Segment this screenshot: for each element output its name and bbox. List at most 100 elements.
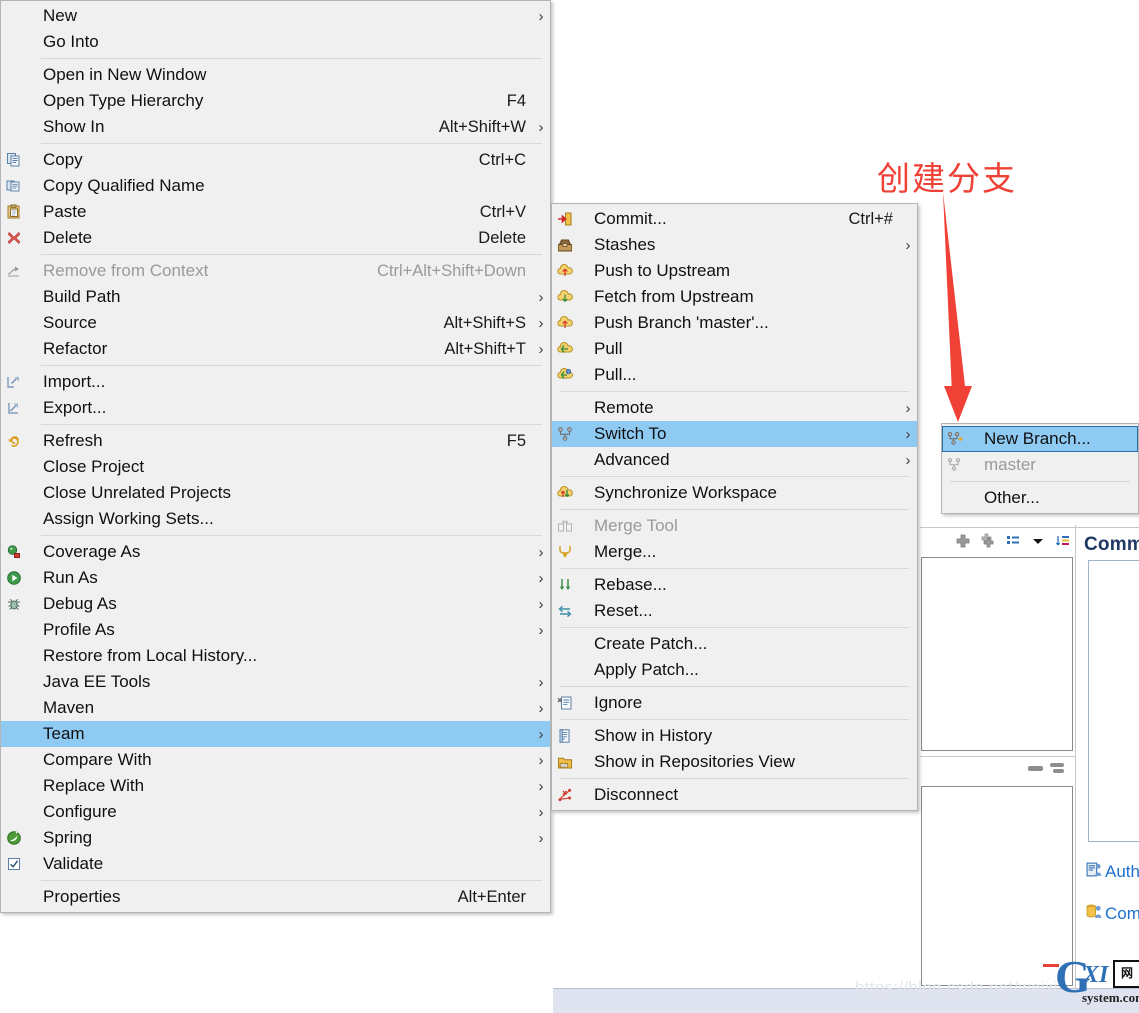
menu-item-other[interactable]: Other... <box>942 485 1138 511</box>
menu-item-fetch-from-upstream[interactable]: Fetch from Upstream <box>552 284 917 310</box>
menu-item-apply-patch[interactable]: Apply Patch... <box>552 657 917 683</box>
menu-item-show-in-history[interactable]: Show in History <box>552 723 917 749</box>
menu-item-label: Copy Qualified Name <box>43 176 205 195</box>
menu-item-run-as[interactable]: Run As › <box>1 565 550 591</box>
staging-view-toolbar[interactable] <box>955 533 1071 549</box>
add-icon[interactable] <box>955 533 971 549</box>
panel-splitter-vertical[interactable] <box>1075 525 1076 1013</box>
annotation-arrow-icon <box>943 192 972 422</box>
chevron-right-icon: › <box>538 118 544 136</box>
menu-item-pull[interactable]: Pull <box>552 336 917 362</box>
menu-item-source[interactable]: Source Alt+Shift+S › <box>1 310 550 336</box>
menu-item-open-in-new-window[interactable]: Open in New Window <box>1 62 550 88</box>
menu-item-stashes[interactable]: Stashes › <box>552 232 917 258</box>
chevron-right-icon: › <box>538 7 544 25</box>
menu-item-switch-to[interactable]: Switch To › <box>552 421 917 447</box>
commit-message-input[interactable] <box>1088 560 1139 842</box>
menu-item-advanced[interactable]: Advanced › <box>552 447 917 473</box>
menu-item-spring[interactable]: Spring › <box>1 825 550 851</box>
menu-item-label: Open in New Window <box>43 65 207 84</box>
stash-icon <box>554 237 576 253</box>
menu-item-validate[interactable]: Validate <box>1 851 550 877</box>
collapse-all-icon[interactable] <box>1028 766 1043 771</box>
menu-item-debug-as[interactable]: Debug As › <box>1 591 550 617</box>
menu-item-assign-working-sets[interactable]: Assign Working Sets... <box>1 506 550 532</box>
menu-item-export[interactable]: Export... <box>1 395 550 421</box>
push-branch-icon <box>554 315 576 331</box>
menu-item-show-in[interactable]: Show In Alt+Shift+W › <box>1 114 550 140</box>
menu-item-profile-as[interactable]: Profile As › <box>1 617 550 643</box>
chevron-right-icon: › <box>538 621 544 639</box>
menu-item-close-unrelated-projects[interactable]: Close Unrelated Projects <box>1 480 550 506</box>
list-view-icon[interactable] <box>1005 533 1021 549</box>
menu-item-import[interactable]: Import... <box>1 369 550 395</box>
pull-icon <box>554 341 576 357</box>
menu-item-ignore[interactable]: Ignore <box>552 690 917 716</box>
menu-item-compare-with[interactable]: Compare With › <box>1 747 550 773</box>
menu-item-create-patch[interactable]: Create Patch... <box>552 631 917 657</box>
menu-item-label: Replace With <box>43 776 145 795</box>
menu-item-refresh[interactable]: Refresh F5 <box>1 428 550 454</box>
menu-item-team[interactable]: Team › <box>1 721 550 747</box>
menu-item-rebase[interactable]: Rebase... <box>552 572 917 598</box>
menu-item-build-path[interactable]: Build Path › <box>1 284 550 310</box>
menu-item-commit[interactable]: Commit... Ctrl+# <box>552 206 917 232</box>
menu-item-copy-qualified-name[interactable]: Copy Qualified Name <box>1 173 550 199</box>
menu-item-configure[interactable]: Configure › <box>1 799 550 825</box>
menu-separator <box>560 509 909 510</box>
menu-item-maven[interactable]: Maven › <box>1 695 550 721</box>
menu-item-push-to-upstream[interactable]: Push to Upstream <box>552 258 917 284</box>
menu-item-shortcut: Ctrl+# <box>848 209 893 228</box>
menu-item-delete[interactable]: Delete Delete <box>1 225 550 251</box>
menu-item-properties[interactable]: Properties Alt+Enter <box>1 884 550 910</box>
menu-item-label: Close Project <box>43 457 145 476</box>
menu-item-replace-with[interactable]: Replace With › <box>1 773 550 799</box>
copy-icon <box>3 152 25 168</box>
menu-item-new[interactable]: New › <box>1 3 550 29</box>
unstaged-changes-list[interactable] <box>921 557 1073 751</box>
rebase-icon <box>554 577 576 593</box>
menu-item-new-branch[interactable]: New Branch... <box>942 426 1138 452</box>
chevron-right-icon: › <box>538 543 544 561</box>
project-context-menu[interactable]: New › Go Into Open in New Window Open Type H… <box>0 0 551 913</box>
menu-item-close-project[interactable]: Close Project <box>1 454 550 480</box>
menu-item-pull[interactable]: ? Pull... <box>552 362 917 388</box>
menu-separator <box>950 481 1130 482</box>
menu-item-label: Switch To <box>594 424 667 443</box>
menu-item-java-ee-tools[interactable]: Java EE Tools › <box>1 669 550 695</box>
menu-item-synchronize-workspace[interactable]: Synchronize Workspace <box>552 480 917 506</box>
menu-item-coverage-as[interactable]: Coverage As › <box>1 539 550 565</box>
author-label: Auth <box>1105 862 1139 881</box>
menu-item-copy[interactable]: Copy Ctrl+C <box>1 147 550 173</box>
synchronize-icon <box>554 485 576 501</box>
sort-icon[interactable] <box>1055 533 1071 549</box>
menu-separator <box>41 143 542 144</box>
menu-item-reset[interactable]: Reset... <box>552 598 917 624</box>
menu-item-paste[interactable]: Paste Ctrl+V <box>1 199 550 225</box>
menu-item-push-branch-master[interactable]: Push Branch 'master'... <box>552 310 917 336</box>
menu-item-show-in-repositories-view[interactable]: GIT Show in Repositories View <box>552 749 917 775</box>
chevron-down-icon[interactable] <box>1030 533 1046 549</box>
menu-item-merge[interactable]: Merge... <box>552 539 917 565</box>
menu-item-shortcut: Alt+Shift+S <box>443 313 526 332</box>
switch-to-submenu[interactable]: New Branch... master Other... <box>941 423 1139 514</box>
staged-changes-list[interactable] <box>921 786 1073 986</box>
menu-item-remote[interactable]: Remote › <box>552 395 917 421</box>
menu-item-refactor[interactable]: Refactor Alt+Shift+T › <box>1 336 550 362</box>
menu-item-label: New Branch... <box>984 429 1091 448</box>
menu-item-label: Refactor <box>43 339 108 358</box>
expand-all-icon-top[interactable] <box>1050 763 1064 767</box>
menu-item-disconnect[interactable]: Disconnect <box>552 782 917 808</box>
menu-item-open-type-hierarchy[interactable]: Open Type Hierarchy F4 <box>1 88 550 114</box>
menu-item-go-into[interactable]: Go Into <box>1 29 550 55</box>
expand-all-icon-bottom[interactable] <box>1053 769 1064 773</box>
team-submenu[interactable]: Commit... Ctrl+# Stashes › Push to Upstream F… <box>551 203 918 811</box>
add-all-icon[interactable] <box>980 533 996 549</box>
menu-item-restore-from-local-history[interactable]: Restore from Local History... <box>1 643 550 669</box>
disconnect-icon <box>554 787 576 803</box>
logo-cn-char: 网 <box>1113 960 1139 988</box>
menu-item-label: Synchronize Workspace <box>594 483 777 502</box>
chevron-right-icon: › <box>538 803 544 821</box>
menu-item-label: Apply Patch... <box>594 660 699 679</box>
author-icon <box>1086 861 1103 883</box>
